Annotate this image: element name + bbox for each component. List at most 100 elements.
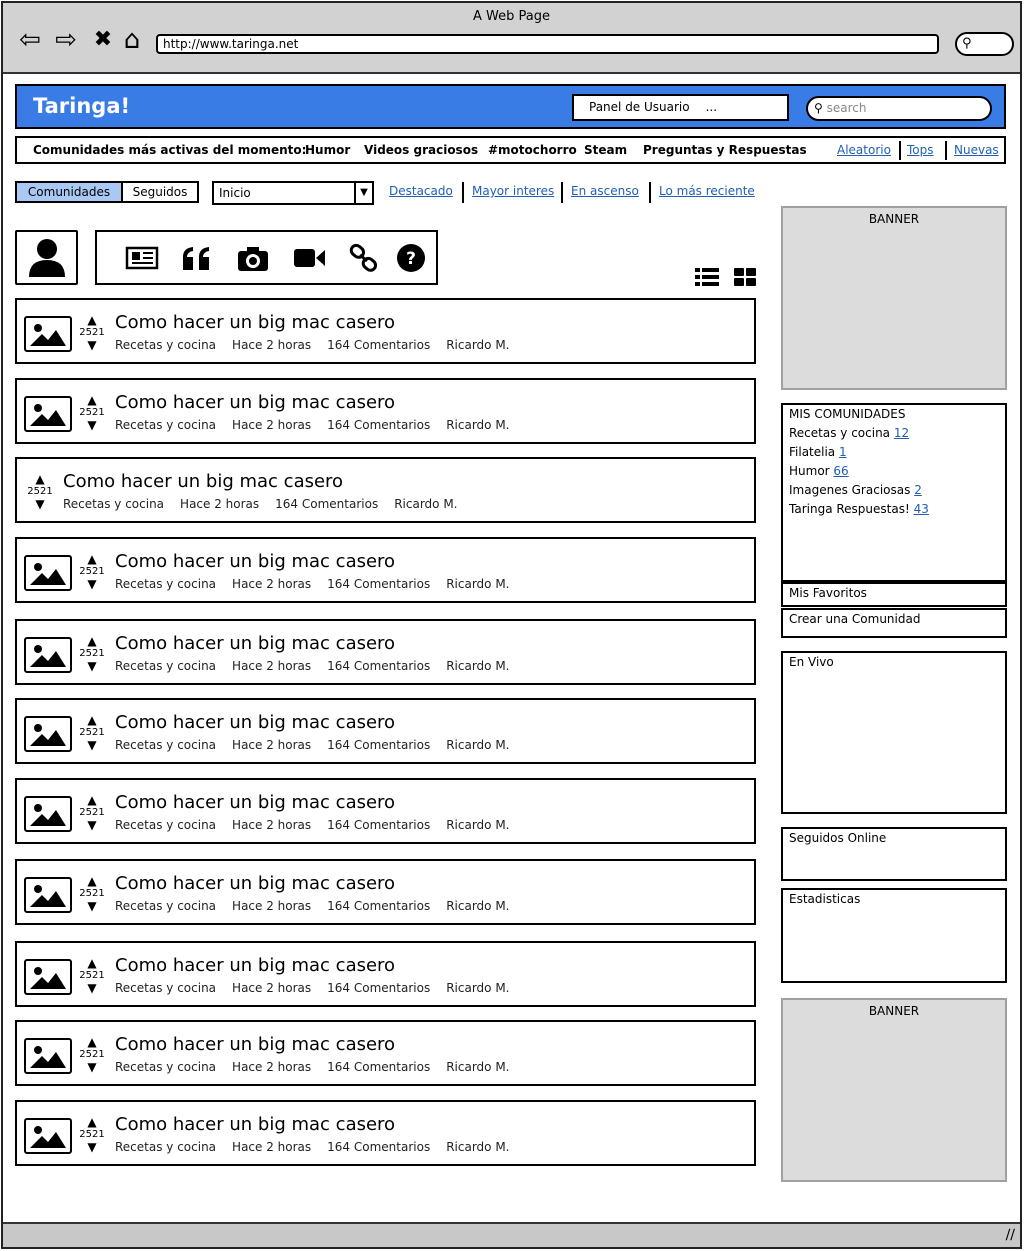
- post-comments[interactable]: 164 Comentarios: [327, 738, 430, 752]
- upvote-icon[interactable]: ▲: [78, 553, 106, 565]
- my-community-item[interactable]: Imagenes Graciosas 2: [789, 483, 1005, 497]
- post-author[interactable]: Ricardo M.: [446, 899, 509, 913]
- downvote-icon[interactable]: ▼: [78, 419, 106, 431]
- section-select[interactable]: Inicio ▼: [212, 181, 374, 205]
- search-input[interactable]: ⚲ search: [806, 96, 992, 121]
- filter-destacado[interactable]: Destacado: [389, 184, 453, 198]
- upvote-icon[interactable]: ▲: [78, 1036, 106, 1048]
- address-bar[interactable]: http://www.taringa.net: [156, 34, 939, 54]
- post-category[interactable]: Recetas y cocina: [115, 577, 216, 591]
- back-icon[interactable]: ⇦: [15, 25, 45, 55]
- downvote-icon[interactable]: ▼: [78, 578, 106, 590]
- banner-top[interactable]: BANNER: [781, 206, 1007, 390]
- upvote-icon[interactable]: ▲: [26, 473, 54, 485]
- community-link[interactable]: Steam: [584, 143, 627, 157]
- downvote-icon[interactable]: ▼: [78, 739, 106, 751]
- downvote-icon[interactable]: ▼: [78, 339, 106, 351]
- post-author[interactable]: Ricardo M.: [446, 338, 509, 352]
- question-icon[interactable]: ?: [394, 243, 428, 273]
- tab-seguidos[interactable]: Seguidos: [123, 183, 197, 201]
- post-item[interactable]: ▲ 2521 ▼ Como hacer un big mac casero Receta…: [15, 457, 756, 523]
- post-title[interactable]: Como hacer un big mac casero: [115, 312, 395, 333]
- upvote-icon[interactable]: ▲: [78, 1116, 106, 1128]
- post-author[interactable]: Ricardo M.: [446, 418, 509, 432]
- community-link[interactable]: Preguntas y Respuestas: [643, 143, 807, 157]
- post-item[interactable]: ▲ 2521 ▼ Como hacer un big mac casero Receta…: [15, 1020, 756, 1086]
- post-author[interactable]: Ricardo M.: [446, 818, 509, 832]
- image-placeholder-icon[interactable]: [24, 959, 72, 995]
- community-link[interactable]: Videos graciosos: [364, 143, 478, 157]
- video-icon[interactable]: [292, 243, 326, 273]
- post-title[interactable]: Como hacer un big mac casero: [115, 392, 395, 413]
- post-comments[interactable]: 164 Comentarios: [327, 338, 430, 352]
- post-category[interactable]: Recetas y cocina: [115, 418, 216, 432]
- link-icon[interactable]: [347, 243, 381, 273]
- image-placeholder-icon[interactable]: [24, 637, 72, 673]
- post-comments[interactable]: 164 Comentarios: [327, 418, 430, 432]
- post-category[interactable]: Recetas y cocina: [115, 1060, 216, 1074]
- news-icon[interactable]: [125, 243, 159, 273]
- random-link[interactable]: Aleatorio: [837, 143, 891, 157]
- site-logo[interactable]: Taringa!: [33, 94, 130, 118]
- post-item[interactable]: ▲ 2521 ▼ Como hacer un big mac casero Receta…: [15, 1100, 756, 1166]
- avatar[interactable]: [15, 230, 78, 285]
- image-placeholder-icon[interactable]: [24, 877, 72, 913]
- filter-lo-mas-reciente[interactable]: Lo más reciente: [659, 184, 755, 198]
- create-community-button[interactable]: Crear una Comunidad: [781, 608, 1007, 638]
- post-author[interactable]: Ricardo M.: [446, 1060, 509, 1074]
- downvote-icon[interactable]: ▼: [78, 1061, 106, 1073]
- post-comments[interactable]: 164 Comentarios: [327, 818, 430, 832]
- post-comments[interactable]: 164 Comentarios: [327, 577, 430, 591]
- filter-mayor-interes[interactable]: Mayor interes: [472, 184, 554, 198]
- home-icon[interactable]: ⌂: [117, 25, 147, 55]
- post-category[interactable]: Recetas y cocina: [115, 738, 216, 752]
- post-title[interactable]: Como hacer un big mac casero: [115, 551, 395, 572]
- camera-icon[interactable]: [236, 243, 270, 273]
- post-author[interactable]: Ricardo M.: [446, 659, 509, 673]
- upvote-icon[interactable]: ▲: [78, 875, 106, 887]
- post-author[interactable]: Ricardo M.: [394, 497, 457, 511]
- my-community-count[interactable]: 1: [839, 445, 847, 459]
- downvote-icon[interactable]: ▼: [78, 819, 106, 831]
- my-community-count[interactable]: 43: [914, 502, 929, 516]
- post-title[interactable]: Como hacer un big mac casero: [115, 955, 395, 976]
- post-item[interactable]: ▲ 2521 ▼ Como hacer un big mac casero Receta…: [15, 698, 756, 764]
- post-title[interactable]: Como hacer un big mac casero: [115, 873, 395, 894]
- downvote-icon[interactable]: ▼: [78, 660, 106, 672]
- tops-link[interactable]: Tops: [907, 143, 934, 157]
- list-view-icon[interactable]: [695, 266, 719, 288]
- image-placeholder-icon[interactable]: [24, 316, 72, 352]
- community-link[interactable]: #motochorro: [488, 143, 577, 157]
- downvote-icon[interactable]: ▼: [78, 982, 106, 994]
- my-community-item[interactable]: Recetas y cocina 12: [789, 426, 1005, 440]
- my-community-item[interactable]: Humor 66: [789, 464, 1005, 478]
- post-category[interactable]: Recetas y cocina: [115, 338, 216, 352]
- grid-view-icon[interactable]: [733, 266, 757, 288]
- forward-icon[interactable]: ⇨: [51, 25, 81, 55]
- my-community-item[interactable]: Taringa Respuestas! 43: [789, 502, 1005, 516]
- downvote-icon[interactable]: ▼: [26, 498, 54, 510]
- my-community-count[interactable]: 12: [894, 426, 909, 440]
- post-comments[interactable]: 164 Comentarios: [327, 899, 430, 913]
- post-author[interactable]: Ricardo M.: [446, 738, 509, 752]
- image-placeholder-icon[interactable]: [24, 1118, 72, 1154]
- post-category[interactable]: Recetas y cocina: [115, 1140, 216, 1154]
- post-comments[interactable]: 164 Comentarios: [327, 1140, 430, 1154]
- close-icon[interactable]: ✖: [88, 25, 118, 55]
- post-title[interactable]: Como hacer un big mac casero: [115, 633, 395, 654]
- upvote-icon[interactable]: ▲: [78, 314, 106, 326]
- favorites-button[interactable]: Mis Favoritos: [781, 582, 1007, 607]
- post-title[interactable]: Como hacer un big mac casero: [115, 712, 395, 733]
- my-community-count[interactable]: 2: [914, 483, 922, 497]
- post-item[interactable]: ▲ 2521 ▼ Como hacer un big mac casero Receta…: [15, 778, 756, 844]
- post-item[interactable]: ▲ 2521 ▼ Como hacer un big mac casero Receta…: [15, 298, 756, 364]
- image-placeholder-icon[interactable]: [24, 555, 72, 591]
- upvote-icon[interactable]: ▲: [78, 394, 106, 406]
- filter-en-ascenso[interactable]: En ascenso: [571, 184, 639, 198]
- post-title[interactable]: Como hacer un big mac casero: [115, 1114, 395, 1135]
- post-author[interactable]: Ricardo M.: [446, 1140, 509, 1154]
- post-author[interactable]: Ricardo M.: [446, 981, 509, 995]
- post-title[interactable]: Como hacer un big mac casero: [115, 792, 395, 813]
- post-title[interactable]: Como hacer un big mac casero: [63, 471, 343, 492]
- post-category[interactable]: Recetas y cocina: [115, 899, 216, 913]
